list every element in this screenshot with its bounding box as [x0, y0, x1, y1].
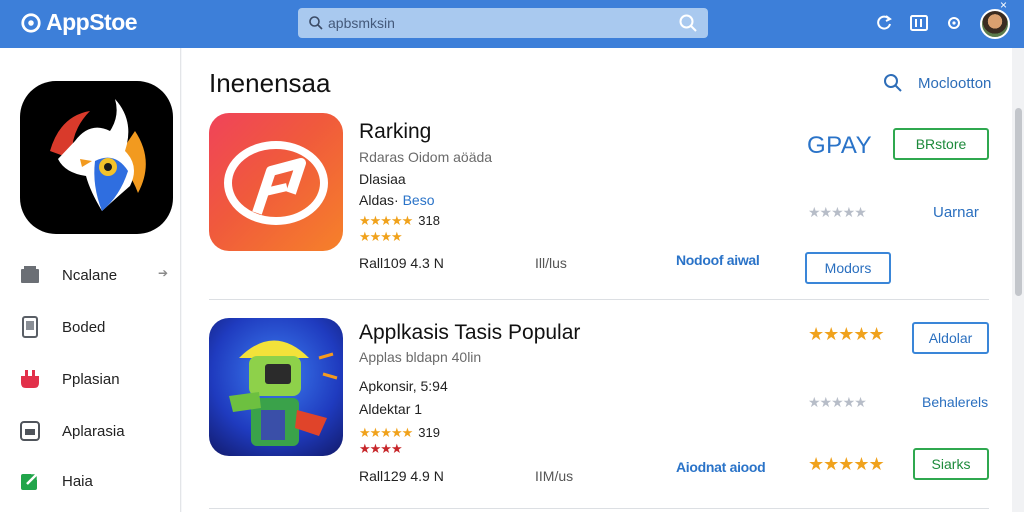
detail-value: Beso [402, 192, 435, 208]
app-footer-info: Rall129 4.9 N [359, 468, 444, 484]
search-submit-icon[interactable] [678, 13, 698, 33]
divider [209, 508, 989, 509]
search-icon [309, 16, 323, 30]
main-content: Inenensaa Moclootton Rarking Rdaras Oido… [182, 48, 1012, 512]
rating-stars-grey: ★★★★★ [808, 394, 867, 410]
sidebar-item-pplasian[interactable]: Pplasian [18, 364, 168, 394]
scrollbar-thumb[interactable] [1015, 108, 1022, 296]
folder-icon [20, 421, 40, 441]
app-title[interactable]: Rarking [359, 120, 431, 144]
app-status-label: Behalerels [922, 394, 989, 410]
app-detail: Aldektar 1 [359, 401, 422, 417]
library-icon[interactable] [909, 13, 929, 33]
bird-logo-icon [50, 99, 146, 211]
rating-stars-top: ★★★★★ [808, 324, 885, 344]
app-icon-rarking[interactable] [209, 113, 343, 251]
rating-count: 319 [418, 425, 440, 440]
open-button[interactable]: Siarks [913, 448, 989, 480]
app-store-logo[interactable]: AppStoe [20, 9, 138, 36]
share-icon [21, 471, 40, 490]
star-rating: ★★★★★ 318 [359, 213, 440, 228]
app-details-link[interactable]: Aiodnat aiood [676, 459, 766, 475]
rating-count: 318 [418, 213, 440, 228]
top-bar: AppStoe × [0, 0, 1024, 48]
app-details-link[interactable]: Nodoof aiwal [676, 252, 760, 268]
refresh-icon[interactable] [874, 13, 894, 33]
scrollbar[interactable] [1012, 48, 1024, 512]
app-title: AppStoe [46, 9, 138, 35]
star-rating: ★★★★★ 319 [359, 425, 440, 440]
install-button[interactable]: Aldolar [912, 322, 989, 354]
app-category: Dlasiaa [359, 171, 406, 187]
sidebar-item-label: Pplasian [62, 370, 120, 388]
sidebar-item-haia[interactable]: Haia [18, 466, 168, 496]
app-size: IIM/us [535, 468, 574, 484]
app-size: Ill/lus [535, 255, 567, 271]
detail-value: 1 [414, 401, 423, 417]
more-button[interactable]: Modors [805, 252, 891, 284]
sidebar-item-boded[interactable]: Boded [18, 312, 168, 342]
app-subtitle: Applas bldapn 40lin [359, 349, 482, 365]
sidebar-item-label: Ncalane [62, 266, 118, 284]
sidebar-item-label: Aplarasia [62, 422, 125, 440]
rating-stars-bottom: ★★★★★ [808, 454, 885, 474]
sidebar-item-label: Boded [62, 318, 106, 336]
detail-label: Aldas· [359, 192, 399, 208]
divider [209, 299, 989, 300]
store-icon [21, 266, 39, 283]
search-bar[interactable] [298, 8, 708, 38]
app-category: Apkonsir, 5:94 [359, 378, 448, 394]
robot-character-icon [229, 340, 338, 446]
star-rating-secondary: ★★★★ [359, 229, 403, 244]
app-status-label: Uarnar [933, 204, 979, 221]
app-subtitle: Rdaras Oidom aöäda [359, 149, 493, 165]
sidebar-item-label: Haia [62, 472, 93, 490]
search-icon [884, 74, 902, 92]
store-logo-icon [21, 12, 41, 33]
featured-app-logo[interactable] [20, 81, 173, 234]
app-footer-info: Rall109 4.3 N [359, 255, 444, 271]
app-detail: Aldas· Beso [359, 192, 435, 208]
settings-icon[interactable] [944, 13, 964, 33]
page-title: Inenensaa [209, 68, 331, 98]
device-icon [22, 316, 38, 338]
pin-icon[interactable]: ➔ [158, 266, 168, 280]
gpay-brand: GPAY [807, 132, 873, 159]
app-icon-popular[interactable] [209, 318, 343, 456]
filter-label: Moclootton [918, 74, 992, 92]
app-title[interactable]: Applkasis Tasis Popular [359, 321, 580, 345]
sidebar: Ncalane ➔ Boded Pplasian Aplarasia Haia [0, 48, 181, 512]
star-rating-secondary: ★★★★ [359, 441, 403, 456]
search-input[interactable] [328, 12, 668, 34]
plug-icon [21, 370, 39, 388]
music-note-icon [224, 141, 328, 225]
avatar[interactable] [980, 9, 1010, 39]
sidebar-item-ncalane[interactable]: Ncalane ➔ [18, 260, 168, 290]
install-button[interactable]: BRstore [893, 128, 989, 160]
detail-label: Aldektar [359, 401, 411, 417]
rating-stars-grey: ★★★★★ [808, 204, 867, 220]
sidebar-item-aplarasia[interactable]: Aplarasia [18, 416, 168, 446]
filter-button[interactable]: Moclootton [882, 72, 991, 94]
